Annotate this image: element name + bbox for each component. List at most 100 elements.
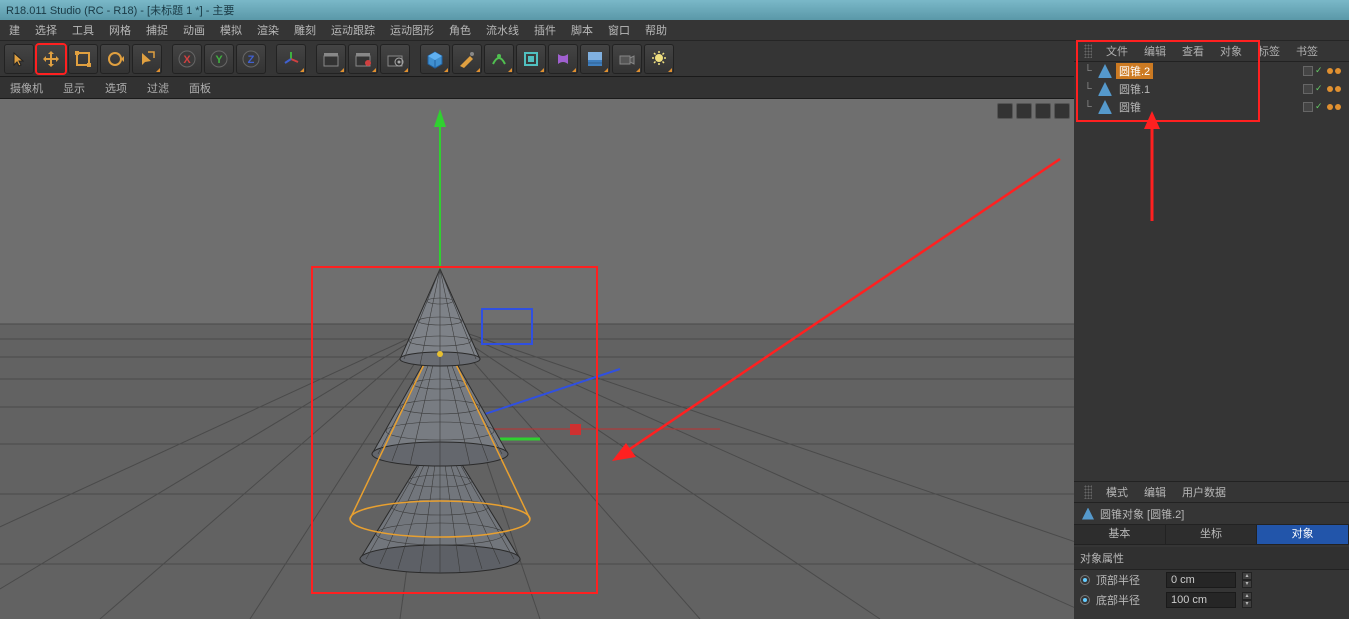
number-input[interactable]: 100 cm — [1166, 592, 1236, 608]
object-name-label[interactable]: 圆锥.2 — [1116, 63, 1153, 79]
menu-流水线[interactable]: 流水线 — [479, 20, 526, 40]
svg-text:Y: Y — [215, 54, 223, 66]
menu-脚本[interactable]: 脚本 — [564, 20, 600, 40]
last-tool-icon[interactable] — [132, 44, 162, 74]
viewport-menu-过滤[interactable]: 过滤 — [143, 78, 173, 98]
vp-layout-icon[interactable] — [1054, 103, 1070, 119]
attribute-manager: 模式编辑用户数据 圆锥对象 [圆锥.2] 基本坐标对象 对象属性 顶部半径0 c… — [1074, 482, 1349, 619]
render-region-icon[interactable] — [348, 44, 378, 74]
scale-tool-icon[interactable] — [68, 44, 98, 74]
objmgr-tab-文件[interactable]: 文件 — [1098, 41, 1136, 61]
menu-运动跟踪[interactable]: 运动跟踪 — [324, 20, 382, 40]
attr-btn-对象[interactable]: 对象 — [1257, 525, 1349, 544]
light-icon[interactable] — [644, 44, 674, 74]
viewport-menu-显示[interactable]: 显示 — [59, 78, 89, 98]
vp-orbit-icon[interactable] — [1035, 103, 1051, 119]
object-row[interactable]: └ 圆锥.1 ✓ — [1074, 80, 1349, 98]
tag-icon[interactable] — [1327, 86, 1333, 92]
perspective-viewport[interactable] — [0, 99, 1074, 619]
spinner-buttons[interactable]: ▴▾ — [1242, 592, 1252, 608]
generator-icon[interactable] — [516, 44, 546, 74]
cone-icon — [1082, 508, 1094, 520]
object-name-label[interactable]: 圆锥 — [1116, 99, 1144, 115]
menu-模拟[interactable]: 模拟 — [213, 20, 249, 40]
attribute-section: 对象属性 顶部半径0 cm▴▾底部半径100 cm▴▾ — [1074, 545, 1349, 612]
pen-tool-icon[interactable] — [452, 44, 482, 74]
render-view-icon[interactable] — [316, 44, 346, 74]
move-tool-icon[interactable] — [36, 44, 66, 74]
tag-icon[interactable] — [1335, 104, 1341, 110]
camera-icon[interactable] — [612, 44, 642, 74]
expand-icon[interactable]: └ — [1084, 65, 1094, 77]
menu-动画[interactable]: 动画 — [176, 20, 212, 40]
objmgr-tab-对象[interactable]: 对象 — [1212, 41, 1250, 61]
live-select-icon[interactable] — [4, 44, 34, 74]
y-axis-icon[interactable]: Y — [204, 44, 234, 74]
layer-toggle-icon[interactable] — [1303, 66, 1313, 76]
attr-btn-基本[interactable]: 基本 — [1074, 525, 1166, 544]
viewport-menu-摄像机[interactable]: 摄像机 — [6, 78, 47, 98]
deformer-icon[interactable] — [548, 44, 578, 74]
menu-建[interactable]: 建 — [2, 20, 27, 40]
visibility-toggle-icon[interactable]: ✓ — [1315, 84, 1325, 94]
vp-pan-icon[interactable] — [997, 103, 1013, 119]
tag-icon[interactable] — [1327, 68, 1333, 74]
attr-label: 底部半径 — [1096, 592, 1160, 608]
cone-icon — [1098, 64, 1112, 78]
tag-icon[interactable] — [1335, 86, 1341, 92]
rotate-tool-icon[interactable] — [100, 44, 130, 74]
cube-primitive-icon[interactable] — [420, 44, 450, 74]
render-settings-icon[interactable] — [380, 44, 410, 74]
coord-system-icon[interactable] — [276, 44, 306, 74]
menu-运动图形[interactable]: 运动图形 — [383, 20, 441, 40]
vp-zoom-icon[interactable] — [1016, 103, 1032, 119]
menu-网格[interactable]: 网格 — [102, 20, 138, 40]
main-menubar: 建选择工具网格捕捉动画模拟渲染雕刻运动跟踪运动图形角色流水线插件脚本窗口帮助 — [0, 20, 1349, 41]
layer-toggle-icon[interactable] — [1303, 102, 1313, 112]
menu-工具[interactable]: 工具 — [65, 20, 101, 40]
spinner-buttons[interactable]: ▴▾ — [1242, 572, 1252, 588]
menu-雕刻[interactable]: 雕刻 — [287, 20, 323, 40]
cone-icon — [1098, 82, 1112, 96]
attribute-object-title: 圆锥对象 [圆锥.2] — [1074, 503, 1349, 525]
menu-选择[interactable]: 选择 — [28, 20, 64, 40]
tag-icon[interactable] — [1327, 104, 1333, 110]
objmgr-tab-编辑[interactable]: 编辑 — [1136, 41, 1174, 61]
objmgr-tab-书签[interactable]: 书签 — [1288, 41, 1326, 61]
attr-tab-用户数据[interactable]: 用户数据 — [1174, 482, 1234, 502]
viewport-menu-面板[interactable]: 面板 — [185, 78, 215, 98]
nurbs-icon[interactable] — [484, 44, 514, 74]
tag-icon[interactable] — [1335, 68, 1341, 74]
menu-窗口[interactable]: 窗口 — [601, 20, 637, 40]
objmgr-tab-标签[interactable]: 标签 — [1250, 41, 1288, 61]
attr-tab-模式[interactable]: 模式 — [1098, 482, 1136, 502]
number-input[interactable]: 0 cm — [1166, 572, 1236, 588]
radio-icon[interactable] — [1080, 595, 1090, 605]
object-row[interactable]: └ 圆锥.2 ✓ — [1074, 62, 1349, 80]
visibility-toggle-icon[interactable]: ✓ — [1315, 66, 1325, 76]
environment-icon[interactable] — [580, 44, 610, 74]
objmgr-tab-查看[interactable]: 查看 — [1174, 41, 1212, 61]
menu-渲染[interactable]: 渲染 — [250, 20, 286, 40]
visibility-toggle-icon[interactable]: ✓ — [1315, 102, 1325, 112]
radio-icon[interactable] — [1080, 575, 1090, 585]
cone-icon — [1098, 100, 1112, 114]
object-row[interactable]: └ 圆锥 ✓ — [1074, 98, 1349, 116]
viewport-menu-选项[interactable]: 选项 — [101, 78, 131, 98]
menu-捕捉[interactable]: 捕捉 — [139, 20, 175, 40]
object-name-label[interactable]: 圆锥.1 — [1116, 81, 1153, 97]
object-manager-tree[interactable]: └ 圆锥.2 ✓ └ 圆锥.1 ✓ └ 圆锥 ✓ — [1074, 62, 1349, 482]
expand-icon[interactable]: └ — [1084, 83, 1094, 95]
menu-角色[interactable]: 角色 — [442, 20, 478, 40]
expand-icon[interactable]: └ — [1084, 101, 1094, 113]
x-axis-icon[interactable]: X — [172, 44, 202, 74]
z-axis-icon[interactable]: Z — [236, 44, 266, 74]
menu-插件[interactable]: 插件 — [527, 20, 563, 40]
viewport-panel[interactable] — [0, 99, 1074, 619]
menu-帮助[interactable]: 帮助 — [638, 20, 674, 40]
attr-tab-编辑[interactable]: 编辑 — [1136, 482, 1174, 502]
attr-btn-坐标[interactable]: 坐标 — [1166, 525, 1258, 544]
attribute-tab-buttons: 基本坐标对象 — [1074, 525, 1349, 545]
object-manager-tabs: 文件编辑查看对象标签书签 — [1074, 41, 1349, 62]
layer-toggle-icon[interactable] — [1303, 84, 1313, 94]
